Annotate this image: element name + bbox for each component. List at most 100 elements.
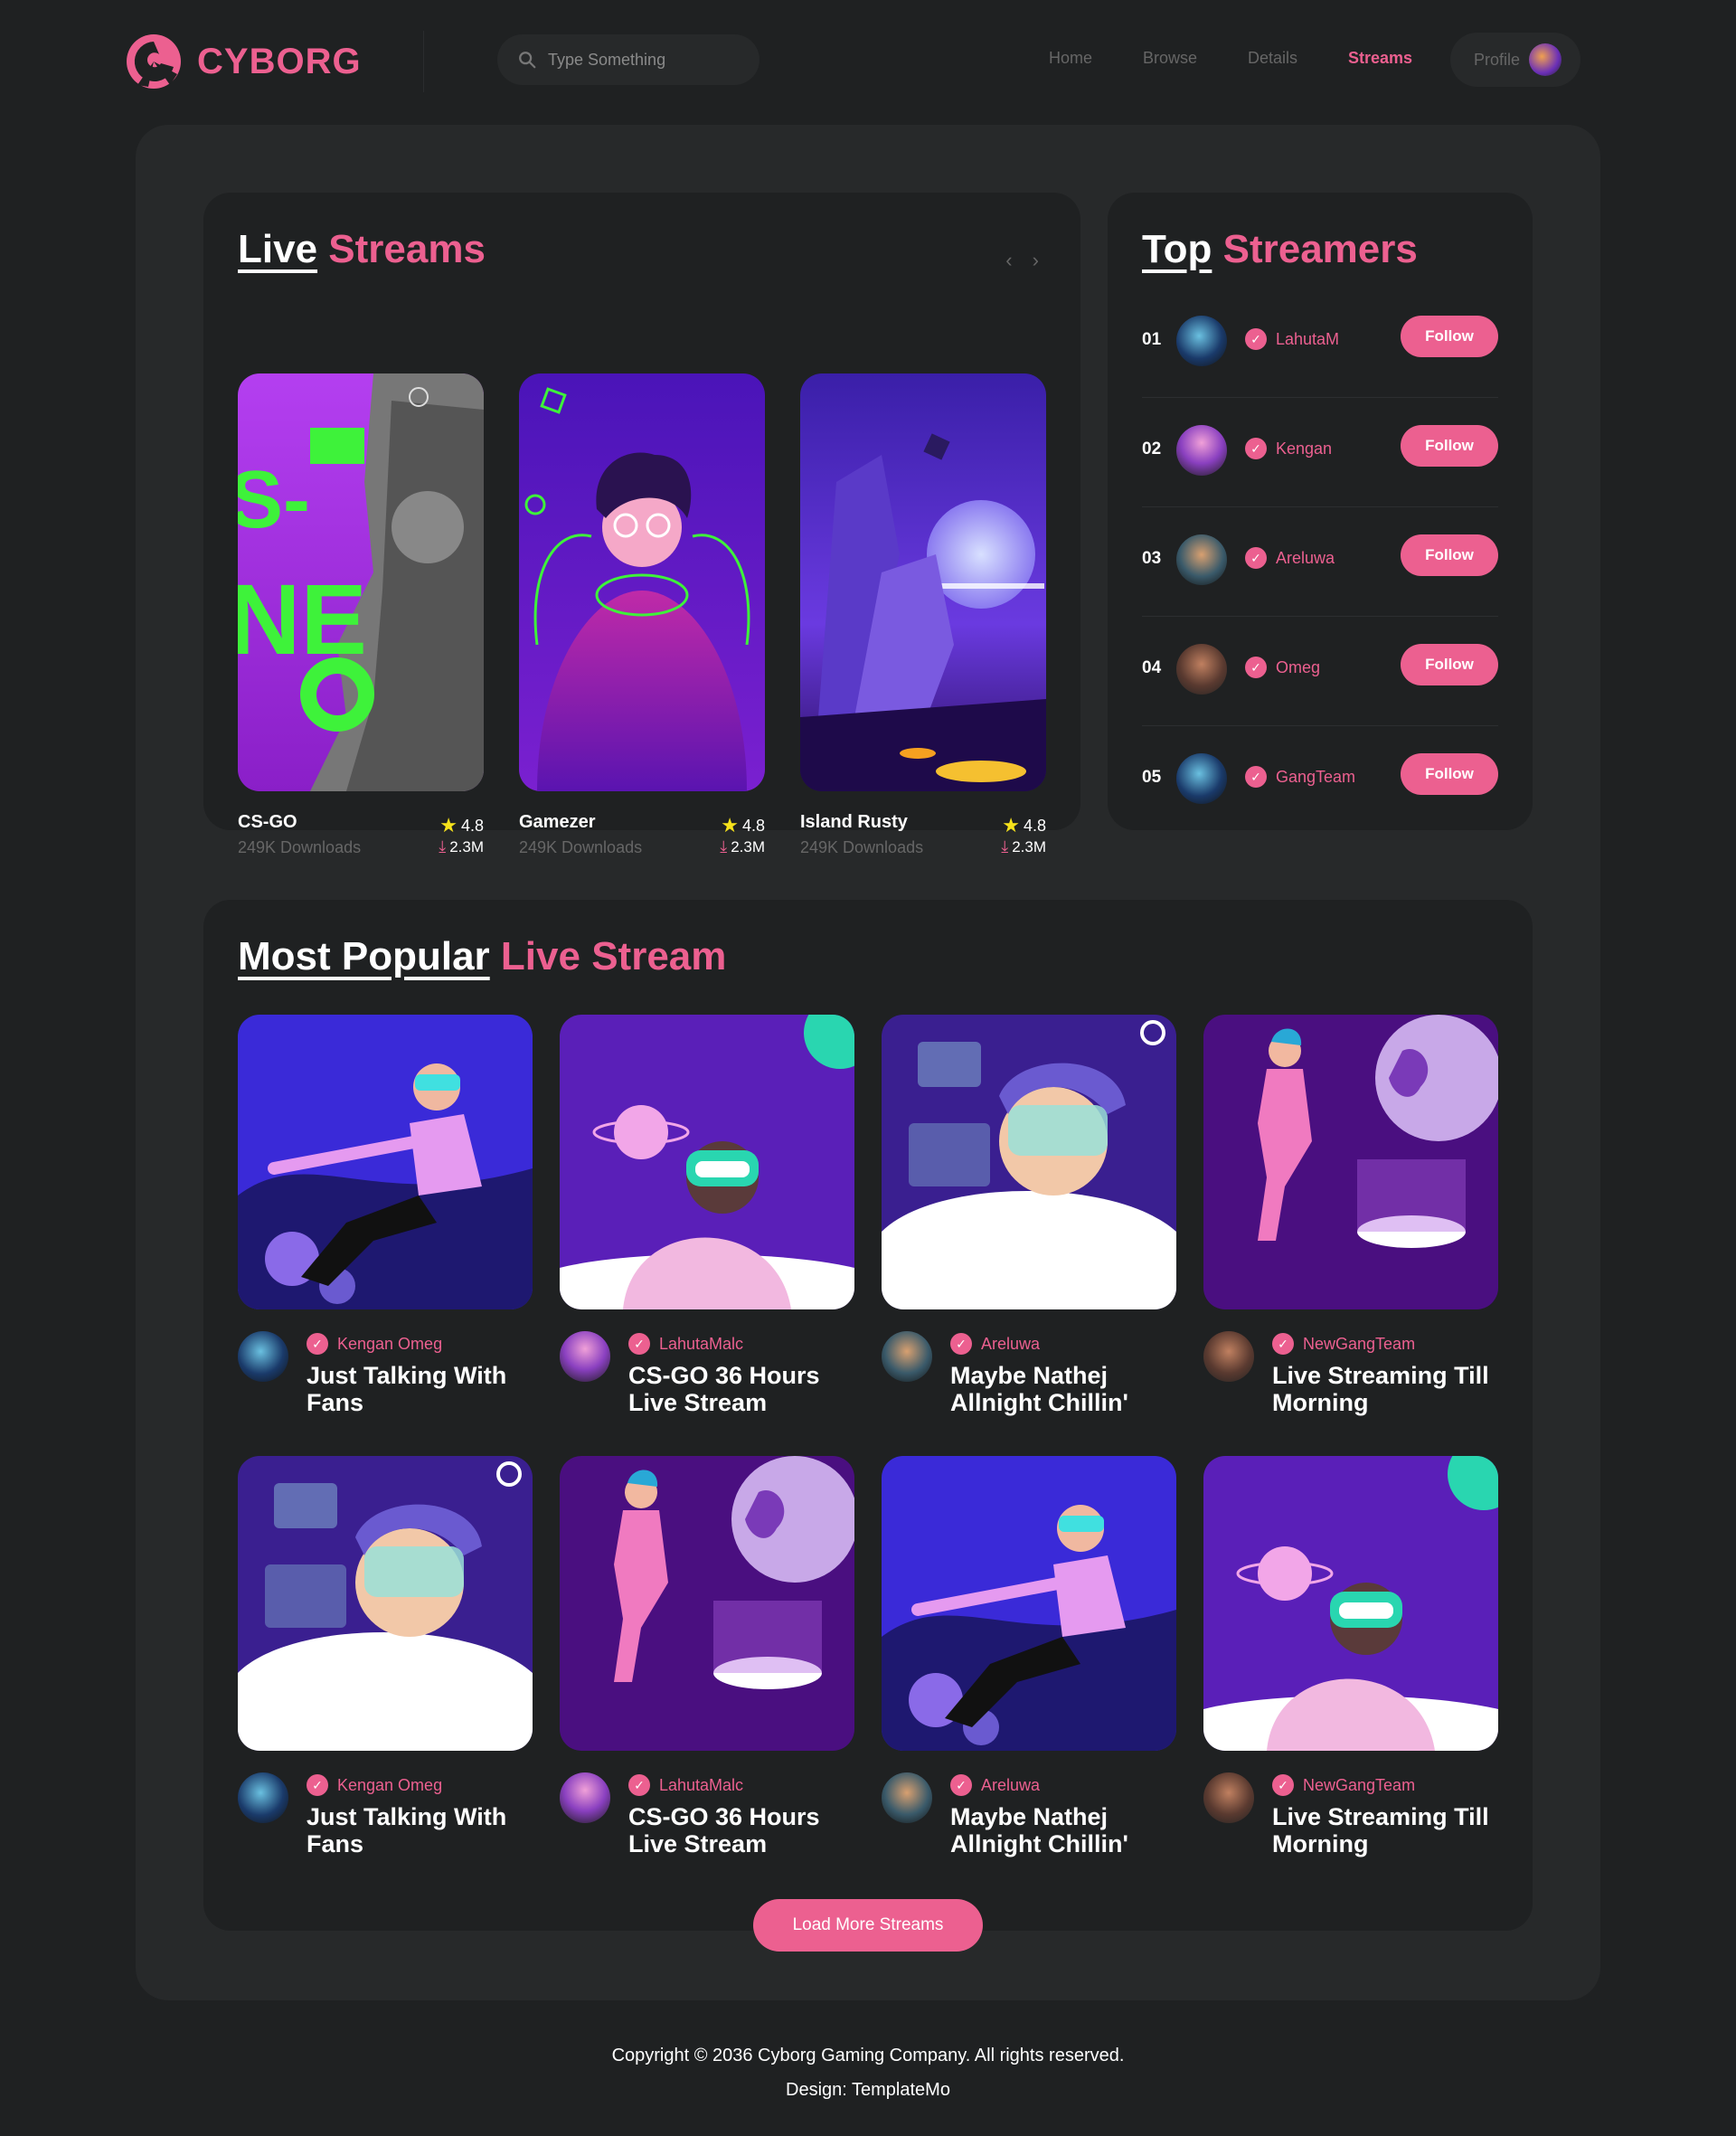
popular-user-name: NewGangTeam bbox=[1303, 1334, 1416, 1353]
island-rusty-artwork bbox=[800, 373, 1046, 791]
nav-browse[interactable]: Browse bbox=[1143, 49, 1197, 68]
avatar[interactable] bbox=[1203, 1772, 1254, 1823]
vr-floating-artwork bbox=[238, 1015, 533, 1309]
stream-name[interactable]: CS-GO bbox=[238, 812, 297, 833]
stream-rating: ★ 4.8 bbox=[439, 814, 484, 837]
nav-home[interactable]: Home bbox=[1049, 49, 1092, 68]
avatar[interactable] bbox=[1176, 753, 1227, 804]
streamer-name-text: LahutaM bbox=[1276, 329, 1340, 348]
follow-button[interactable]: Follow bbox=[1401, 425, 1498, 467]
avatar[interactable] bbox=[560, 1772, 610, 1823]
check-icon: ✓ bbox=[628, 1333, 650, 1355]
avatar[interactable] bbox=[1176, 534, 1227, 585]
vr-planet-artwork bbox=[1203, 1456, 1498, 1751]
check-icon: ✓ bbox=[628, 1774, 650, 1796]
follow-button[interactable]: Follow bbox=[1401, 644, 1498, 685]
popular-title[interactable]: Just Talking With Fans bbox=[307, 1803, 533, 1857]
popular-user[interactable]: ✓ Areluwa bbox=[950, 1774, 1040, 1796]
streamer-rank: 02 bbox=[1142, 439, 1162, 458]
popular-title[interactable]: Just Talking With Fans bbox=[307, 1362, 533, 1416]
popular-card[interactable]: ✓ NewGangTeam Live Streaming Till Morning bbox=[1203, 1015, 1498, 1422]
stream-thumbnail[interactable] bbox=[519, 373, 765, 791]
popular-user[interactable]: ✓ Kengan Omeg bbox=[307, 1774, 442, 1796]
streamer-name[interactable]: ✓ GangTeam bbox=[1245, 766, 1355, 788]
nav-streams[interactable]: Streams bbox=[1348, 49, 1412, 68]
popular-thumbnail[interactable] bbox=[882, 1456, 1176, 1751]
most-popular-title: Most Popular Live Stream bbox=[238, 934, 726, 979]
stream-name[interactable]: Island Rusty bbox=[800, 812, 908, 833]
streamer-name[interactable]: ✓ Areluwa bbox=[1245, 547, 1335, 569]
streamer-name-text: Omeg bbox=[1276, 657, 1321, 676]
popular-user[interactable]: ✓ Kengan Omeg bbox=[307, 1333, 442, 1355]
popular-user[interactable]: ✓ LahutaMalc bbox=[628, 1333, 743, 1355]
popular-user-name: Areluwa bbox=[981, 1334, 1041, 1353]
popular-thumbnail[interactable] bbox=[238, 1456, 533, 1751]
avatar[interactable] bbox=[238, 1772, 288, 1823]
nav-details[interactable]: Details bbox=[1248, 49, 1297, 68]
popular-user[interactable]: ✓ NewGangTeam bbox=[1272, 1333, 1415, 1355]
profile-button[interactable]: Profile bbox=[1450, 33, 1580, 87]
avatar[interactable] bbox=[1203, 1331, 1254, 1382]
stream-count: ⤓ 2.3M bbox=[1001, 837, 1046, 856]
avatar[interactable] bbox=[238, 1331, 288, 1382]
popular-thumbnail[interactable] bbox=[1203, 1456, 1498, 1751]
check-icon: ✓ bbox=[307, 1774, 328, 1796]
profile-avatar bbox=[1529, 43, 1562, 76]
check-icon: ✓ bbox=[1245, 657, 1267, 678]
popular-card[interactable]: ✓ Kengan Omeg Just Talking With Fans bbox=[238, 1015, 533, 1422]
avatar[interactable] bbox=[1176, 644, 1227, 695]
popular-card[interactable]: ✓ NewGangTeam Live Streaming Till Morning bbox=[1203, 1456, 1498, 1863]
stream-card[interactable]: Island Rusty 249K Downloads ★ 4.8 ⤓ 2.3M bbox=[800, 373, 1046, 856]
stream-downloads-label: 249K Downloads bbox=[519, 838, 643, 856]
stream-count: ⤓ 2.3M bbox=[720, 837, 765, 856]
popular-card[interactable]: ✓ LahutaMalc CS-GO 36 Hours Live Stream bbox=[560, 1456, 854, 1863]
streamer-rank: 05 bbox=[1142, 768, 1162, 787]
rating-value: 4.8 bbox=[1023, 816, 1046, 835]
stream-count: ⤓ 2.3M bbox=[439, 837, 484, 856]
popular-user[interactable]: ✓ NewGangTeam bbox=[1272, 1774, 1415, 1796]
popular-thumbnail[interactable] bbox=[882, 1015, 1176, 1309]
download-icon: ⤓ bbox=[720, 837, 728, 855]
popular-card[interactable]: ✓ Areluwa Maybe Nathej Allnight Chillin' bbox=[882, 1015, 1176, 1422]
load-more-button[interactable]: Load More Streams bbox=[753, 1899, 983, 1952]
stream-card[interactable]: Gamezer 249K Downloads ★ 4.8 ⤓ 2.3M bbox=[519, 373, 765, 856]
footer-copyright: Copyright © 2036 Cyborg Gaming Company. … bbox=[611, 2046, 1125, 2065]
avatar[interactable] bbox=[882, 1772, 932, 1823]
stream-thumbnail[interactable]: S- NE bbox=[238, 373, 484, 791]
popular-title[interactable]: Maybe Nathej Allnight Chillin' bbox=[950, 1362, 1176, 1416]
streamer-name[interactable]: ✓ Kengan bbox=[1245, 438, 1332, 459]
title-white: Most Popular bbox=[238, 934, 490, 978]
avatar[interactable] bbox=[560, 1331, 610, 1382]
popular-card[interactable]: ✓ Kengan Omeg Just Talking With Fans bbox=[238, 1456, 533, 1863]
carousel-arrows[interactable]: ‹ › bbox=[1005, 249, 1046, 272]
avatar[interactable] bbox=[882, 1331, 932, 1382]
popular-user[interactable]: ✓ Areluwa bbox=[950, 1333, 1040, 1355]
follow-button[interactable]: Follow bbox=[1401, 316, 1498, 357]
popular-thumbnail[interactable] bbox=[560, 1015, 854, 1309]
popular-card[interactable]: ✓ LahutaMalc CS-GO 36 Hours Live Stream bbox=[560, 1015, 854, 1422]
streamer-name[interactable]: ✓ Omeg bbox=[1245, 657, 1320, 678]
popular-thumbnail[interactable] bbox=[560, 1456, 854, 1751]
follow-button[interactable]: Follow bbox=[1401, 534, 1498, 576]
popular-thumbnail[interactable] bbox=[238, 1015, 533, 1309]
streamer-row: 05 ✓ GangTeam Follow bbox=[1142, 726, 1498, 836]
popular-card[interactable]: ✓ Areluwa Maybe Nathej Allnight Chillin' bbox=[882, 1456, 1176, 1863]
stream-card[interactable]: S- NE CS-GO 249K Downloads ★ 4.8 ⤓ 2.3M bbox=[238, 373, 484, 856]
stream-name[interactable]: Gamezer bbox=[519, 812, 596, 833]
csgo-artwork: S- NE bbox=[238, 373, 484, 791]
streamer-row: 02 ✓ Kengan Follow bbox=[1142, 398, 1498, 507]
popular-title[interactable]: Live Streaming Till Morning bbox=[1272, 1362, 1498, 1416]
footer-design-credit[interactable]: Design: TemplateMo bbox=[0, 2073, 1736, 2107]
streamer-name[interactable]: ✓ LahutaM bbox=[1245, 328, 1339, 350]
streamer-name-text: Areluwa bbox=[1276, 548, 1335, 567]
follow-button[interactable]: Follow bbox=[1401, 753, 1498, 795]
popular-title[interactable]: CS-GO 36 Hours Live Stream bbox=[628, 1803, 854, 1857]
popular-thumbnail[interactable] bbox=[1203, 1015, 1498, 1309]
avatar[interactable] bbox=[1176, 425, 1227, 476]
popular-title[interactable]: Maybe Nathej Allnight Chillin' bbox=[950, 1803, 1176, 1857]
popular-user[interactable]: ✓ LahutaMalc bbox=[628, 1774, 743, 1796]
stream-thumbnail[interactable] bbox=[800, 373, 1046, 791]
popular-title[interactable]: Live Streaming Till Morning bbox=[1272, 1803, 1498, 1857]
avatar[interactable] bbox=[1176, 316, 1227, 366]
popular-title[interactable]: CS-GO 36 Hours Live Stream bbox=[628, 1362, 854, 1416]
